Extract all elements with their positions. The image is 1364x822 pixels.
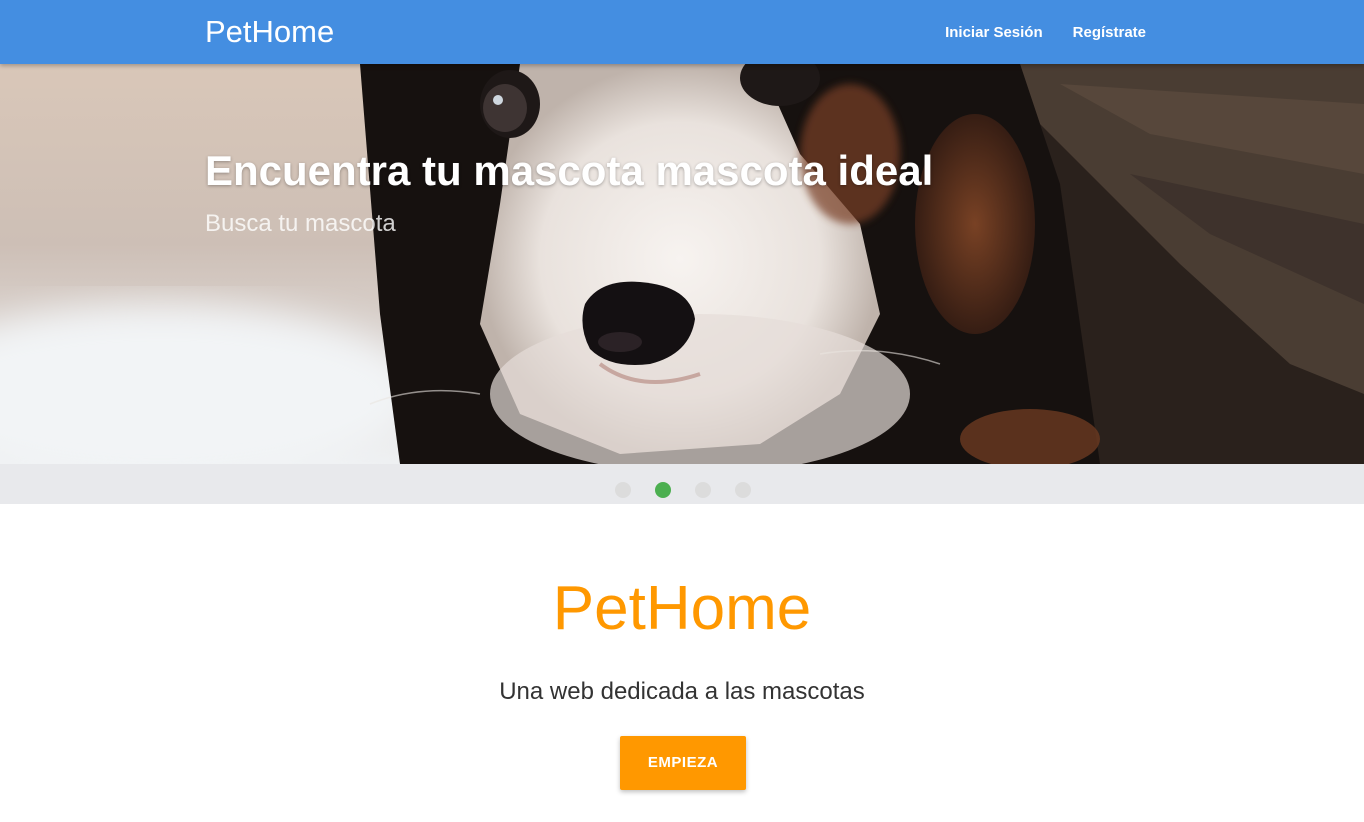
hero-slider[interactable]: Encuentra tu mascota mascota ideal Busca…: [0, 64, 1364, 464]
carousel-dot-2-active[interactable]: [655, 482, 671, 498]
intro-title: PetHome: [552, 574, 812, 643]
brand-logo[interactable]: PetHome: [205, 14, 334, 50]
login-link[interactable]: Iniciar Sesión: [945, 24, 1043, 41]
navbar: PetHome Iniciar Sesión Regístrate: [0, 0, 1364, 64]
carousel-indicators: [0, 464, 1364, 504]
carousel-dot-3[interactable]: [695, 482, 711, 498]
hero-puppy-image: [0, 64, 1364, 464]
carousel-dot-4[interactable]: [735, 482, 751, 498]
carousel-dot-1[interactable]: [615, 482, 631, 498]
intro-section: PetHome Una web dedicada a las mascotas …: [0, 504, 1364, 822]
register-link[interactable]: Regístrate: [1073, 24, 1146, 41]
hero-title: Encuentra tu mascota mascota ideal: [205, 147, 934, 194]
hero-subtitle: Busca tu mascota: [205, 210, 396, 237]
nav-links: Iniciar Sesión Regístrate: [945, 0, 1146, 64]
intro-description: Una web dedicada a las mascotas: [499, 678, 865, 705]
start-button[interactable]: EMPIEZA: [620, 736, 746, 790]
